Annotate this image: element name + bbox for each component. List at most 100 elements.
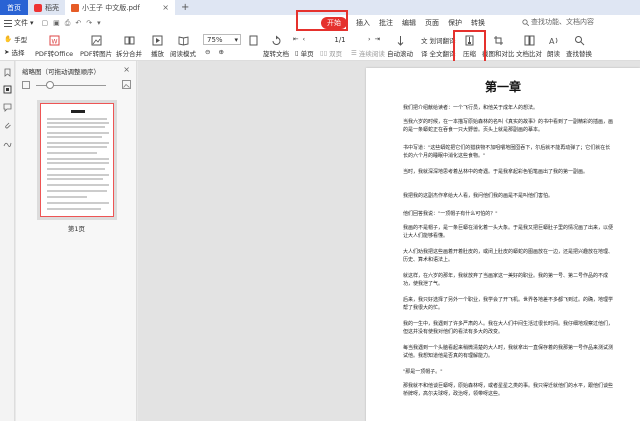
auto-scroll-button[interactable]: 自动滚动 xyxy=(387,34,413,58)
translate-icon: 文 xyxy=(421,37,428,45)
rotate-label: 旋转文档 xyxy=(263,50,289,58)
double-page-icon: ▯▯ xyxy=(320,49,328,57)
fit-page-button[interactable] xyxy=(247,34,259,48)
paragraph: 当时，我就深深地思考着丛林中的奇遇。于是我拿起彩色铅笔画出了我的第一副画。 xyxy=(403,169,589,175)
slider-handle[interactable] xyxy=(46,81,54,89)
more-icon[interactable]: ▾ xyxy=(97,19,101,28)
last-page-icon[interactable]: ⇥ xyxy=(375,35,380,43)
continuous-label: 连续阅读 xyxy=(358,50,385,58)
tab-daoke[interactable]: 稻壳 xyxy=(28,0,65,15)
read-mode-button[interactable]: 阅读模式 xyxy=(170,34,196,58)
auto-scroll-label: 自动滚动 xyxy=(387,50,413,58)
next-page-icon[interactable]: › xyxy=(368,35,371,43)
hand-tool-label: 手型 xyxy=(14,36,28,44)
full-translate-button[interactable]: 译全文翻译 xyxy=(421,48,456,58)
paragraph: 他们回答我说："一顶帽子有什么可怕的？" xyxy=(403,211,498,217)
continuous-icon: ☰ xyxy=(351,49,357,57)
tab-document-label: 小王子 中文版.pdf xyxy=(82,3,140,12)
screenshot-compare-label: 截图和对比 xyxy=(482,50,515,58)
paragraph: 我们把介绍献给读者：一个飞行员，和他关于成年人的想法。 xyxy=(403,105,539,111)
continuous-button[interactable]: ☰ 连续阅读 xyxy=(351,48,385,58)
zoom-controls: ⊖ ⊕ xyxy=(205,48,224,56)
speaker-icon: A xyxy=(548,34,560,46)
page-thumbnail[interactable] xyxy=(37,100,117,220)
tab-close-icon[interactable]: × xyxy=(162,3,169,12)
save-icon[interactable]: ▣ xyxy=(53,19,60,28)
file-menu[interactable]: 文件 ▾ xyxy=(0,18,34,28)
page-nav-prev: ⇤ ‹ xyxy=(293,35,305,43)
screenshot-compare-button[interactable]: 截图和对比 xyxy=(482,34,515,58)
search-icon xyxy=(522,18,529,26)
full-translate-icon: 译 xyxy=(421,50,428,58)
new-tab-button[interactable]: + xyxy=(175,0,195,15)
split-merge-label: 拆分合并 xyxy=(116,50,142,58)
paragraph: 我的一生中，我遇到了许多严肃的人。我在大人们中间生活过很长时间。我仔细地观察过他… xyxy=(403,321,614,335)
signature-icon[interactable] xyxy=(3,139,12,148)
tab-document[interactable]: 小王子 中文版.pdf × xyxy=(65,0,175,15)
rotate-button[interactable]: 旋转文档 xyxy=(263,34,289,58)
pdf-to-image-button[interactable]: PDF转图片 xyxy=(80,34,112,58)
select-tool[interactable]: ➤ 选择 xyxy=(4,47,24,57)
menu-protect[interactable]: 保护 xyxy=(448,18,462,28)
tab-home[interactable]: 首页 xyxy=(0,0,28,15)
single-page-label: 单页 xyxy=(300,50,314,58)
menu-page[interactable]: 页面 xyxy=(425,18,439,28)
close-icon[interactable]: × xyxy=(123,65,130,74)
redo-icon[interactable]: ↷ xyxy=(86,19,92,28)
compare-icon xyxy=(523,34,535,46)
hand-icon: ✋ xyxy=(4,35,13,43)
paragraph: 那我就不和他谈巨蟒呀，原始森林呀，或者星星之类的事。我只得迁就他们的水平，跟他们… xyxy=(403,383,614,397)
find-replace-button[interactable]: 查找替换 xyxy=(566,34,592,58)
small-image-icon xyxy=(22,81,30,89)
page-indicator[interactable]: 1/1 xyxy=(320,34,360,45)
double-page-button[interactable]: ▯▯ 双页 xyxy=(320,48,342,58)
menu-insert[interactable]: 插入 xyxy=(356,18,370,28)
find-replace-icon xyxy=(573,34,585,46)
undo-icon[interactable]: ↶ xyxy=(75,19,81,28)
single-page-button[interactable]: ▯ 单页 xyxy=(295,48,314,58)
zoom-in-icon[interactable]: ⊕ xyxy=(218,48,223,56)
paragraph: 当我六岁的时候，在一本描写原始森林的名叫《真实的故事》的书中看到了一副精彩的插画… xyxy=(403,119,614,133)
prev-page-icon[interactable]: ‹ xyxy=(302,35,305,43)
read-aloud-button[interactable]: A 朗读 xyxy=(547,34,560,59)
split-merge-icon xyxy=(123,34,135,46)
first-page-icon[interactable]: ⇤ xyxy=(293,35,298,43)
auto-scroll-icon xyxy=(394,34,406,46)
zoom-value: 75% xyxy=(207,35,223,44)
open-folder-icon[interactable]: ▢ xyxy=(42,19,49,28)
compare-button[interactable]: 文档比对 xyxy=(516,34,542,58)
attachment-icon[interactable] xyxy=(3,121,12,130)
menu-convert[interactable]: 转换 xyxy=(471,18,485,28)
thumbnail-icon[interactable] xyxy=(3,85,12,94)
toolbar: ✋ 手型 ➤ 选择 W PDF转Office PDF转图片 拆分合并 播放 阅读模式… xyxy=(0,31,640,61)
comment-icon[interactable] xyxy=(3,103,12,112)
single-page-icon: ▯ xyxy=(295,49,299,57)
paragraph: 我画的不是帽子，是一条巨蟒在消化着一头大象。于是我又把巨蟒肚子里的情况画了出来，… xyxy=(403,225,614,239)
pdf-to-office-button[interactable]: W PDF转Office xyxy=(35,34,73,58)
thumbnail-panel: 缩略图（可拖动调整顺序） × 第1页 xyxy=(16,61,137,421)
chapter-title: 第一章 xyxy=(484,80,521,94)
hand-tool[interactable]: ✋ 手型 xyxy=(4,34,27,44)
zoom-select[interactable]: 75% ▾ xyxy=(203,34,241,45)
split-merge-button[interactable]: 拆分合并 xyxy=(116,34,142,58)
menu-comment[interactable]: 批注 xyxy=(379,18,393,28)
page-indicator-value: 1/1 xyxy=(334,35,346,44)
play-icon xyxy=(152,34,164,46)
find-replace-label: 查找替换 xyxy=(566,50,592,58)
paragraph: 书中写道："这些蟒蛇把它们的猎获物不加咀嚼地囫囵吞下，尔后就不能再动弹了；它们就… xyxy=(403,145,611,159)
read-aloud-label: 朗读 xyxy=(547,50,560,58)
document-page: 第一章 我们把介绍献给读者：一个飞行员，和他关于成年人的想法。 当我六岁的时候，… xyxy=(366,68,640,421)
menu-edit[interactable]: 编辑 xyxy=(402,18,416,28)
document-viewer[interactable]: 第一章 我们把介绍献给读者：一个飞行员，和他关于成年人的想法。 当我六岁的时候，… xyxy=(138,61,640,421)
daoke-logo-icon xyxy=(34,3,42,12)
paragraph: 后来，我只好选择了另外一个职业，我学会了开飞机。世界各地差不多都飞到过。的确，地… xyxy=(403,297,614,311)
word-translate-button[interactable]: 文划词翻译 xyxy=(421,35,456,45)
rotate-icon xyxy=(270,34,282,46)
bookmark-icon[interactable] xyxy=(3,68,12,77)
print-icon[interactable]: ⎙ xyxy=(65,19,71,28)
thumbnail-size-slider[interactable] xyxy=(22,80,132,90)
search-box[interactable]: 查找功能、文档内容 xyxy=(522,17,594,27)
zoom-out-icon[interactable]: ⊖ xyxy=(205,48,210,56)
play-button[interactable]: 播放 xyxy=(151,34,164,58)
svg-text:A: A xyxy=(549,37,555,46)
